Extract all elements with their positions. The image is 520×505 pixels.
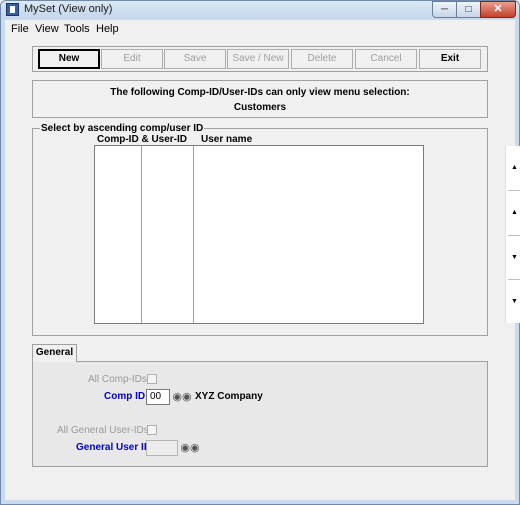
window-title: MySet (View only) xyxy=(24,3,113,15)
menu-bar: File View Tools Help xyxy=(5,21,515,37)
save-button[interactable]: Save xyxy=(164,49,226,69)
binoculars-icon[interactable]: ◉◉ xyxy=(180,440,200,457)
page-up-icon[interactable]: ▲ xyxy=(506,191,520,235)
delete-button[interactable]: Delete xyxy=(291,49,353,69)
user-list[interactable]: ▲ ▲ ▼ ▼ xyxy=(94,145,520,324)
cancel-button[interactable]: Cancel xyxy=(355,49,417,69)
general-user-id-label: General User ID xyxy=(76,442,152,453)
menu-help[interactable]: Help xyxy=(96,23,119,35)
new-button[interactable]: New xyxy=(38,49,100,69)
scroll-down-icon[interactable]: ▼ xyxy=(506,280,520,324)
column-divider xyxy=(193,146,194,323)
binoculars-icon[interactable]: ◉◉ xyxy=(172,389,192,406)
general-user-id-field[interactable] xyxy=(146,440,178,456)
all-general-user-ids-label: All General User-IDs xyxy=(57,425,149,436)
vertical-scrollbar[interactable]: ▲ ▲ ▼ ▼ xyxy=(505,146,520,323)
minimize-button[interactable]: ─ xyxy=(432,1,457,18)
app-icon xyxy=(6,3,19,16)
info-line-2: Customers xyxy=(233,102,287,113)
menu-file[interactable]: File xyxy=(11,23,29,35)
comp-id-field[interactable]: 00 xyxy=(146,389,170,405)
column-header-user-name[interactable]: User name xyxy=(201,134,252,145)
info-box: The following Comp-ID/User-IDs can only … xyxy=(32,80,488,118)
column-header-comp-user-id[interactable]: Comp-ID & User-ID xyxy=(97,134,187,145)
page-down-icon[interactable]: ▼ xyxy=(506,236,520,280)
close-button[interactable]: ✕ xyxy=(480,1,516,18)
maximize-button[interactable]: □ xyxy=(456,1,481,18)
comp-id-label: Comp ID xyxy=(104,391,146,402)
menu-tools[interactable]: Tools xyxy=(64,23,90,35)
list-group-title: Select by ascending comp/user ID xyxy=(40,123,205,134)
scroll-up-icon[interactable]: ▲ xyxy=(506,146,520,190)
info-line-1: The following Comp-ID/User-IDs can only … xyxy=(110,87,410,98)
save-new-button[interactable]: Save / New xyxy=(227,49,289,69)
column-divider xyxy=(141,146,142,323)
toolbar: New Edit Save Save / New Delete Cancel E… xyxy=(32,46,488,72)
menu-view[interactable]: View xyxy=(35,23,59,35)
all-general-user-ids-checkbox[interactable] xyxy=(147,425,157,435)
tab-general[interactable]: General xyxy=(32,344,77,362)
exit-button[interactable]: Exit xyxy=(419,49,481,69)
all-comp-ids-checkbox[interactable] xyxy=(147,374,157,384)
all-comp-ids-label: All Comp-IDs xyxy=(88,374,147,385)
company-name: XYZ Company xyxy=(195,391,263,402)
edit-button[interactable]: Edit xyxy=(101,49,163,69)
